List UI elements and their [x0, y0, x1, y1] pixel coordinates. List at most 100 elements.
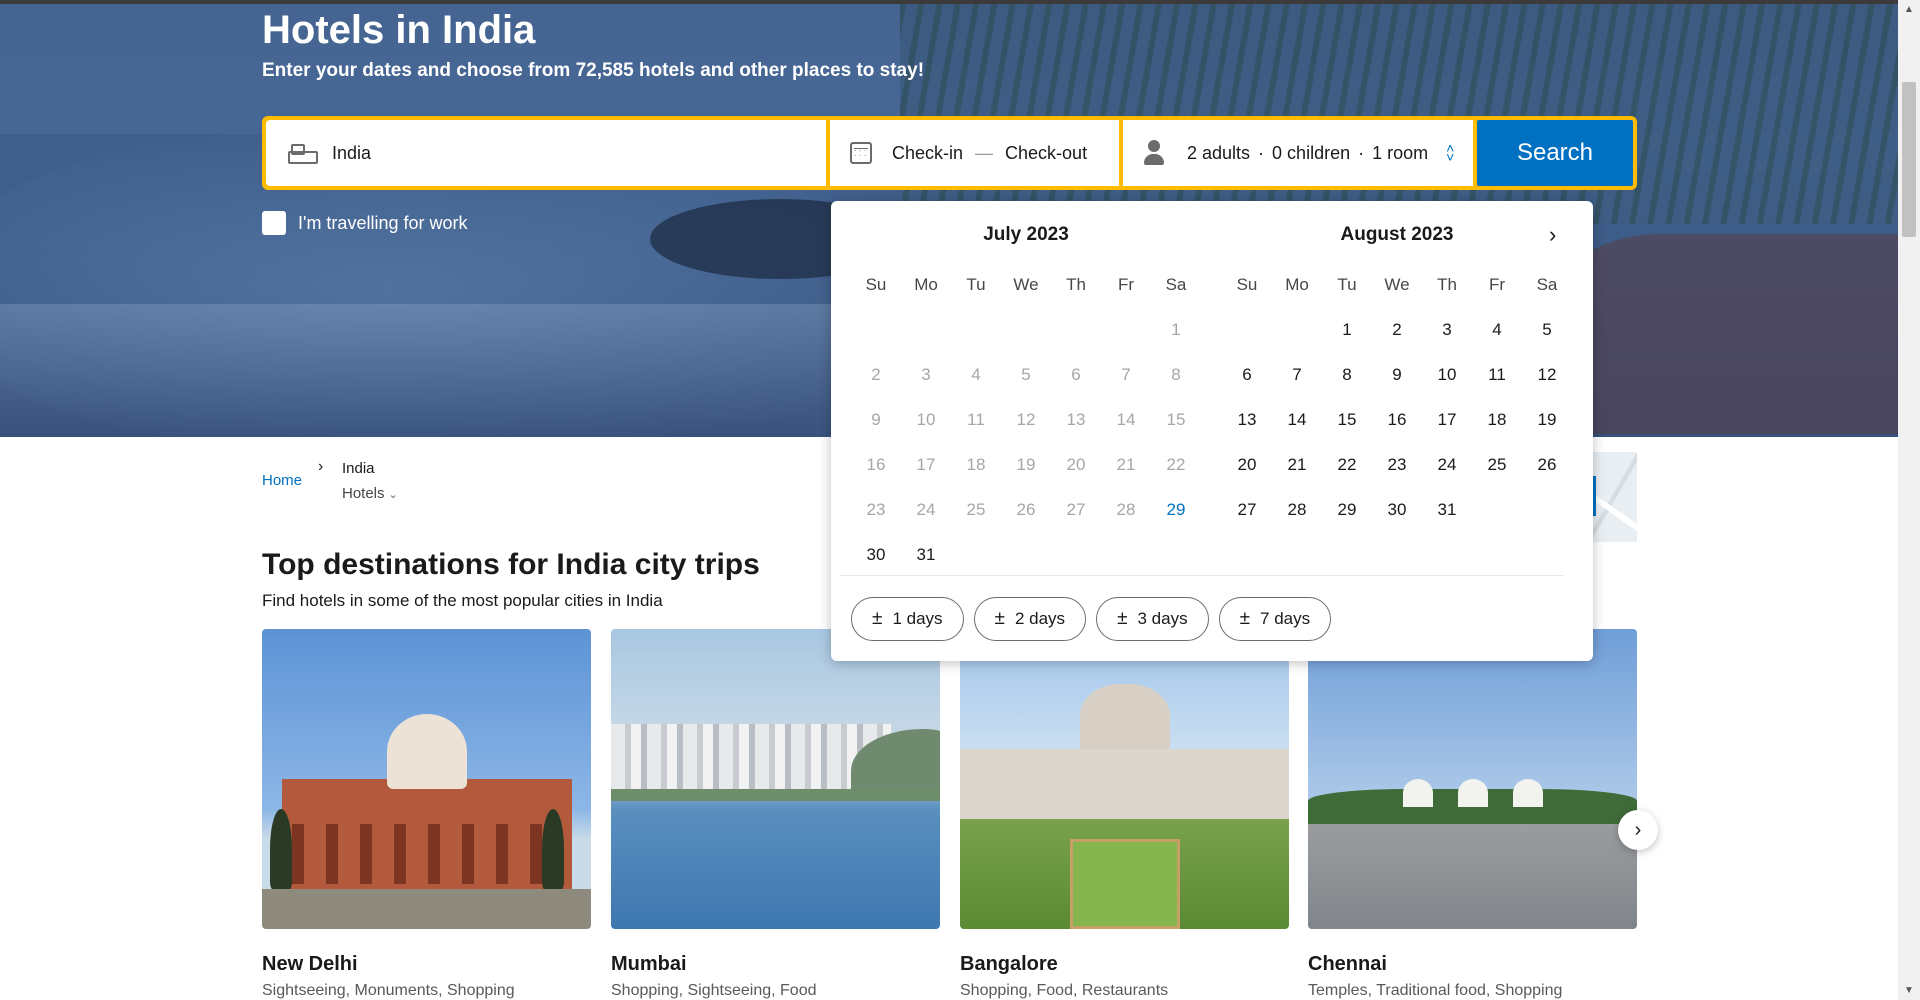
scroll-up-icon[interactable]: ▲ — [1904, 4, 1914, 15]
calendar-day[interactable]: 29 — [1151, 500, 1201, 520]
city-name[interactable]: Chennai — [1308, 953, 1637, 976]
flex-chip-7[interactable]: ±7 days — [1218, 597, 1332, 641]
city-tags: Temples, Traditional food, Shopping — [1308, 982, 1563, 999]
destination-value[interactable]: India — [332, 143, 371, 164]
flex-chip-3[interactable]: ±3 days — [1096, 597, 1209, 641]
calendar-day: 25 — [966, 499, 986, 519]
date-separator: — — [975, 142, 994, 163]
city-name[interactable]: Mumbai — [611, 953, 940, 976]
calendar-day[interactable]: 28 — [1272, 500, 1322, 520]
breadcrumb-sub-dropdown[interactable]: Hotels ⌄ — [342, 485, 398, 502]
calendar-day[interactable]: 16 — [1372, 410, 1422, 430]
calendar-day[interactable]: 26 — [1522, 455, 1572, 475]
calendar-day[interactable]: 30 — [1372, 500, 1422, 520]
calendar-day: 11 — [967, 409, 985, 429]
image-art — [387, 714, 467, 789]
calendar-day[interactable]: 2 — [1372, 320, 1422, 340]
weekday-label: We — [1013, 274, 1039, 294]
checkout-label[interactable]: Check-out — [1005, 143, 1087, 164]
divider — [840, 575, 1564, 576]
dates-field[interactable]: Check-in — Check-out — [830, 120, 1119, 186]
weekday-label: Tu — [966, 274, 986, 294]
calendar-day[interactable]: 13 — [1222, 410, 1272, 430]
weekday-label: We — [1384, 274, 1410, 294]
city-name[interactable]: Bangalore — [960, 953, 1289, 976]
work-travel-checkbox[interactable]: I'm travelling for work — [262, 211, 467, 235]
flex-chip-2[interactable]: ±2 days — [973, 597, 1087, 641]
scroll-down-icon[interactable]: ▼ — [1904, 985, 1914, 996]
city-card-mumbai[interactable]: Mumbai Shopping, Sightseeing, Food — [611, 629, 940, 1000]
checkin-label[interactable]: Check-in — [892, 143, 963, 164]
search-button[interactable]: Search — [1477, 120, 1633, 186]
calendar-day[interactable]: 8 — [1322, 365, 1372, 385]
week-row: 1 — [851, 307, 1201, 352]
week-row: 27 28 29 30 31 — [1222, 487, 1572, 532]
weekday-label: Mo — [914, 274, 938, 294]
chip-label: 7 days — [1260, 609, 1311, 628]
weekday-label: Mo — [1285, 274, 1309, 294]
calendar-day: 21 — [1116, 454, 1136, 474]
city-image[interactable] — [960, 629, 1289, 929]
plus-minus-icon: ± — [1239, 608, 1251, 629]
image-art — [611, 789, 940, 801]
calendar-day[interactable]: 9 — [1372, 365, 1422, 385]
calendar-day[interactable]: 31 — [1422, 500, 1472, 520]
calendar-day[interactable]: 17 — [1422, 410, 1472, 430]
calendar-day[interactable]: 30 — [851, 545, 901, 565]
separator-dot: · — [1258, 142, 1265, 163]
city-card-chennai[interactable]: Chennai Temples, Traditional food, Shopp… — [1308, 629, 1637, 1000]
calendar-day: 1 — [1171, 319, 1181, 339]
city-card-new-delhi[interactable]: New Delhi Sightseeing, Monuments, Shoppi… — [262, 629, 591, 1000]
week-row: 6 7 8 9 10 11 12 — [1222, 352, 1572, 397]
calendar-day: 4 — [971, 364, 981, 384]
scrollbar-thumb[interactable] — [1902, 82, 1916, 237]
person-icon — [1143, 140, 1165, 166]
guests-field[interactable]: 2 adults · 0 children · 1 room ˄ ˅ — [1123, 120, 1473, 186]
search-bar: India Check-in — Check-out 2 adults · 0 … — [262, 116, 1637, 190]
image-art — [960, 749, 1289, 819]
calendar-day[interactable]: 10 — [1422, 365, 1472, 385]
calendar-day[interactable]: 29 — [1322, 500, 1372, 520]
calendar-day[interactable]: 6 — [1222, 365, 1272, 385]
calendar-day[interactable]: 3 — [1422, 320, 1472, 340]
calendar-day[interactable]: 14 — [1272, 410, 1322, 430]
calendar-day: 14 — [1116, 409, 1136, 429]
image-art — [611, 724, 891, 794]
weekday-label: Sa — [1165, 274, 1187, 294]
week-row: 2 3 4 5 6 7 8 — [851, 352, 1201, 397]
calendar-day[interactable]: 27 — [1222, 500, 1272, 520]
calendar-day[interactable]: 24 — [1422, 455, 1472, 475]
breadcrumb-home[interactable]: Home — [262, 472, 302, 489]
calendar-day[interactable]: 21 — [1272, 455, 1322, 475]
calendar-day[interactable]: 20 — [1222, 455, 1272, 475]
destination-field[interactable]: India — [266, 120, 826, 186]
city-name[interactable]: New Delhi — [262, 953, 591, 976]
calendar-day[interactable]: 18 — [1472, 410, 1522, 430]
hero-palms — [900, 4, 1898, 224]
calendar-day[interactable]: 23 — [1372, 455, 1422, 475]
carousel-next-button[interactable]: › — [1618, 810, 1658, 850]
calendar-day: 6 — [1071, 364, 1081, 384]
calendar-day[interactable]: 1 — [1322, 320, 1372, 340]
flex-chip-1[interactable]: ±1 days — [851, 597, 964, 641]
calendar-day[interactable]: 25 — [1472, 455, 1522, 475]
calendar-day[interactable]: 22 — [1322, 455, 1372, 475]
checkbox[interactable] — [262, 211, 286, 235]
chevron-right-icon: › — [318, 458, 324, 475]
city-image[interactable] — [262, 629, 591, 929]
calendar-day[interactable]: 19 — [1522, 410, 1572, 430]
weekday-row: Su Mo Tu We Th Fr Sa — [1222, 262, 1572, 307]
city-card-bangalore[interactable]: Bangalore Shopping, Food, Restaurants — [960, 629, 1289, 1000]
calendar-day[interactable]: 4 — [1472, 320, 1522, 340]
calendar-day[interactable]: 31 — [901, 545, 951, 565]
calendar-day[interactable]: 12 — [1522, 365, 1572, 385]
next-month-button[interactable]: › — [1549, 222, 1556, 248]
calendar-day[interactable]: 7 — [1272, 365, 1322, 385]
calendar-day[interactable]: 11 — [1472, 365, 1522, 385]
city-image[interactable] — [611, 629, 940, 929]
page-scrollbar[interactable]: ▲ ▼ — [1898, 0, 1920, 1000]
city-image[interactable] — [1308, 629, 1637, 929]
calendar-day[interactable]: 15 — [1322, 410, 1372, 430]
calendar-day[interactable]: 5 — [1522, 320, 1572, 340]
breadcrumb-sub-label: Hotels — [342, 485, 385, 502]
